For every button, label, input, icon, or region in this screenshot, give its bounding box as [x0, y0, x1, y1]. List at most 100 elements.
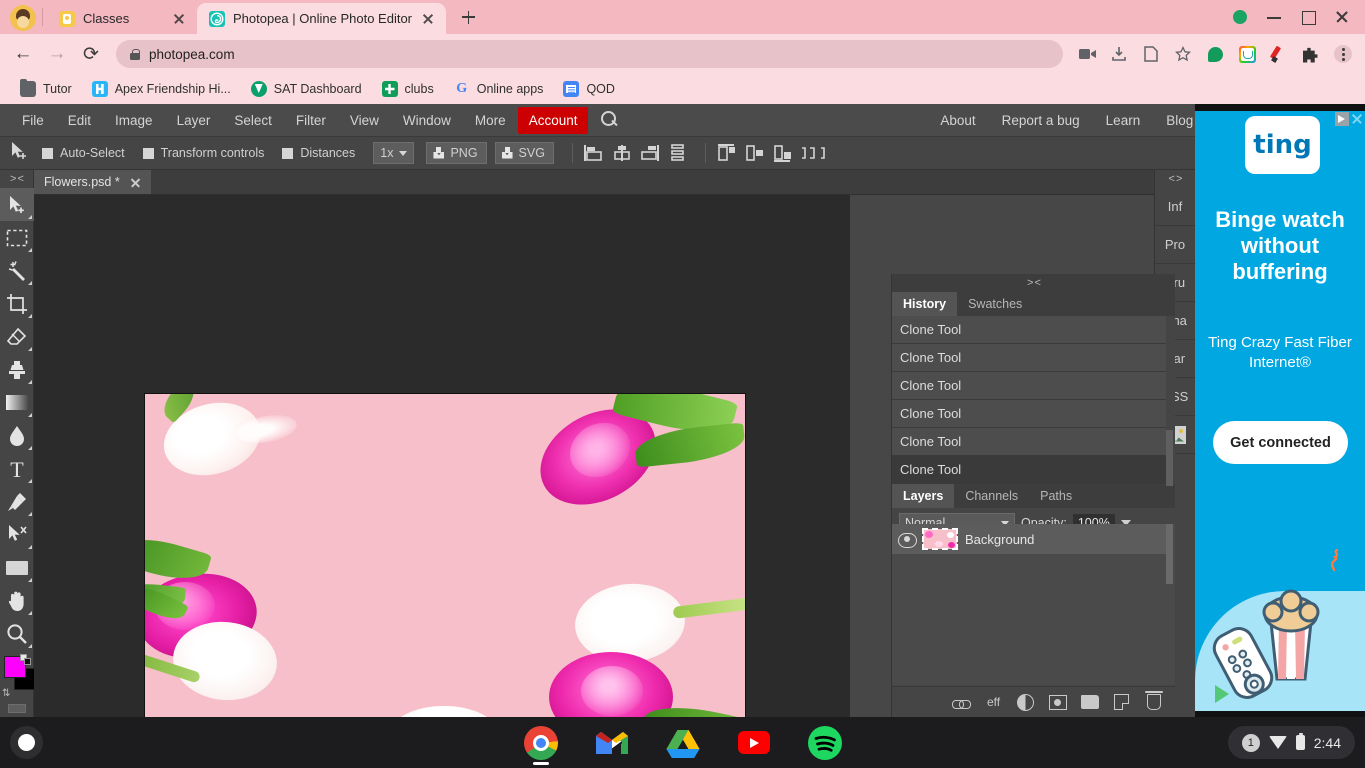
artboard-flowers[interactable]	[145, 394, 745, 717]
align-top-icon[interactable]	[716, 143, 738, 163]
align-left-icon[interactable]	[583, 143, 605, 163]
panel-collapse-toggle[interactable]: > <	[892, 274, 1175, 292]
profile-drop-icon[interactable]	[1231, 8, 1249, 26]
close-icon[interactable]	[130, 177, 141, 188]
crop-tool[interactable]	[0, 287, 34, 320]
history-scrollbar[interactable]	[1166, 430, 1173, 486]
move-tool[interactable]	[0, 188, 34, 221]
document-tab-flowers[interactable]: Flowers.psd *	[34, 170, 151, 194]
blur-tool[interactable]	[0, 419, 34, 452]
menu-view[interactable]: View	[338, 107, 391, 134]
link-about[interactable]: About	[928, 107, 987, 134]
hand-tool[interactable]	[0, 584, 34, 617]
layer-effects-icon[interactable]: eff	[984, 693, 1003, 712]
ad-content[interactable]: ting Binge watch without buffering Ting …	[1195, 111, 1365, 711]
account-button[interactable]: Account	[518, 107, 589, 134]
visibility-eye-icon[interactable]	[898, 533, 915, 546]
camera-icon[interactable]	[1073, 40, 1101, 68]
canvas-viewport[interactable]	[34, 195, 850, 717]
get-connected-button[interactable]: Get connected	[1213, 421, 1348, 464]
auto-select-checkbox[interactable]: Auto-Select	[42, 146, 125, 160]
youtube-icon[interactable]	[737, 726, 771, 760]
menu-layer[interactable]: Layer	[165, 107, 223, 134]
puzzle-extension-icon[interactable]	[1297, 40, 1325, 68]
menu-edit[interactable]: Edit	[56, 107, 103, 134]
link-learn[interactable]: Learn	[1094, 107, 1153, 134]
quick-mask-toggle[interactable]	[0, 704, 34, 713]
history-item[interactable]: Clone Tool	[892, 344, 1166, 372]
move-tool-icon[interactable]	[8, 140, 34, 166]
clone-stamp-tool[interactable]	[0, 353, 34, 386]
spotify-icon[interactable]	[808, 726, 842, 760]
bookmark-tutor[interactable]: Tutor	[12, 78, 80, 100]
browser-tab-classes[interactable]: Classes	[47, 3, 197, 34]
profile-avatar[interactable]	[10, 5, 36, 31]
menu-filter[interactable]: Filter	[284, 107, 338, 134]
align-middle-icon[interactable]	[744, 143, 766, 163]
delete-layer-icon[interactable]	[1144, 693, 1163, 712]
reload-button[interactable]: ⟳	[76, 39, 106, 69]
export-png-button[interactable]: PNG	[426, 142, 486, 164]
tab-channels[interactable]: Channels	[954, 484, 1029, 508]
search-icon[interactable]	[596, 107, 622, 133]
zoom-tool[interactable]	[0, 617, 34, 650]
export-svg-button[interactable]: SVG	[495, 142, 554, 164]
bookmark-qod[interactable]: QOD	[555, 78, 622, 100]
pen-tool[interactable]	[0, 485, 34, 518]
bookmark-clubs[interactable]: clubs	[374, 78, 442, 100]
menu-more[interactable]: More	[463, 107, 518, 134]
gradient-tool[interactable]	[0, 386, 34, 419]
magic-wand-tool[interactable]	[0, 254, 34, 287]
rectangular-marquee-tool[interactable]	[0, 221, 34, 254]
adchoices-icon[interactable]	[1335, 112, 1349, 126]
bookmark-apex[interactable]: Apex Friendship Hi...	[84, 78, 239, 100]
transform-controls-checkbox[interactable]: Transform controls	[143, 146, 265, 160]
pen-extension-icon[interactable]	[1265, 40, 1293, 68]
layer-scrollbar[interactable]	[1166, 524, 1173, 584]
path-select-tool[interactable]	[0, 518, 34, 551]
new-layer-icon[interactable]	[1112, 693, 1131, 712]
layer-row-background[interactable]: Background	[892, 524, 1166, 554]
align-distribute-v-icon[interactable]	[667, 143, 689, 163]
link-report-a-bug[interactable]: Report a bug	[990, 107, 1092, 134]
new-group-icon[interactable]	[1080, 693, 1099, 712]
minimize-icon[interactable]	[1265, 8, 1283, 26]
install-icon[interactable]	[1105, 40, 1133, 68]
distribute-h-icon[interactable]	[800, 143, 822, 163]
close-icon[interactable]	[1333, 8, 1351, 26]
smile-extension-icon[interactable]	[1233, 40, 1261, 68]
distances-checkbox[interactable]: Distances	[282, 146, 355, 160]
menu-window[interactable]: Window	[391, 107, 463, 134]
rectangle-tool[interactable]	[0, 551, 34, 584]
bookmark-sat-dashboard[interactable]: SAT Dashboard	[243, 78, 370, 100]
tab-swatches[interactable]: Swatches	[957, 292, 1033, 316]
swap-colors-icon[interactable]: ⇅	[2, 688, 14, 700]
adjustment-layer-icon[interactable]	[1016, 693, 1035, 712]
chrome-icon[interactable]	[524, 726, 558, 760]
drive-icon[interactable]	[666, 726, 700, 760]
page-icon[interactable]	[1137, 40, 1165, 68]
tab-layers[interactable]: Layers	[892, 484, 954, 508]
history-item[interactable]: Clone Tool	[892, 316, 1166, 344]
back-button[interactable]: ←	[8, 39, 38, 69]
address-bar[interactable]: photopea.com	[116, 40, 1063, 68]
forward-button[interactable]: →	[42, 39, 72, 69]
history-item[interactable]: Clone Tool	[892, 400, 1166, 428]
side-rail-collapse[interactable]: < >	[1155, 170, 1195, 188]
menu-image[interactable]: Image	[103, 107, 165, 134]
align-bottom-icon[interactable]	[772, 143, 794, 163]
tools-collapse-toggle[interactable]: > <	[0, 170, 33, 188]
bubble-extension-icon[interactable]	[1201, 40, 1229, 68]
tab-paths[interactable]: Paths	[1029, 484, 1083, 508]
maximize-icon[interactable]	[1299, 8, 1317, 26]
close-ad-icon[interactable]	[1350, 112, 1364, 126]
history-item-current[interactable]: Clone Tool	[892, 456, 1166, 484]
align-right-icon[interactable]	[639, 143, 661, 163]
align-center-h-icon[interactable]	[611, 143, 633, 163]
default-colors-icon[interactable]	[20, 654, 32, 666]
layer-mask-icon[interactable]	[1048, 693, 1067, 712]
close-icon[interactable]	[420, 11, 436, 27]
browser-tab-photopea[interactable]: Photopea | Online Photo Editor	[197, 3, 446, 34]
kebab-menu-icon[interactable]	[1329, 40, 1357, 68]
new-tab-button[interactable]	[454, 3, 482, 31]
